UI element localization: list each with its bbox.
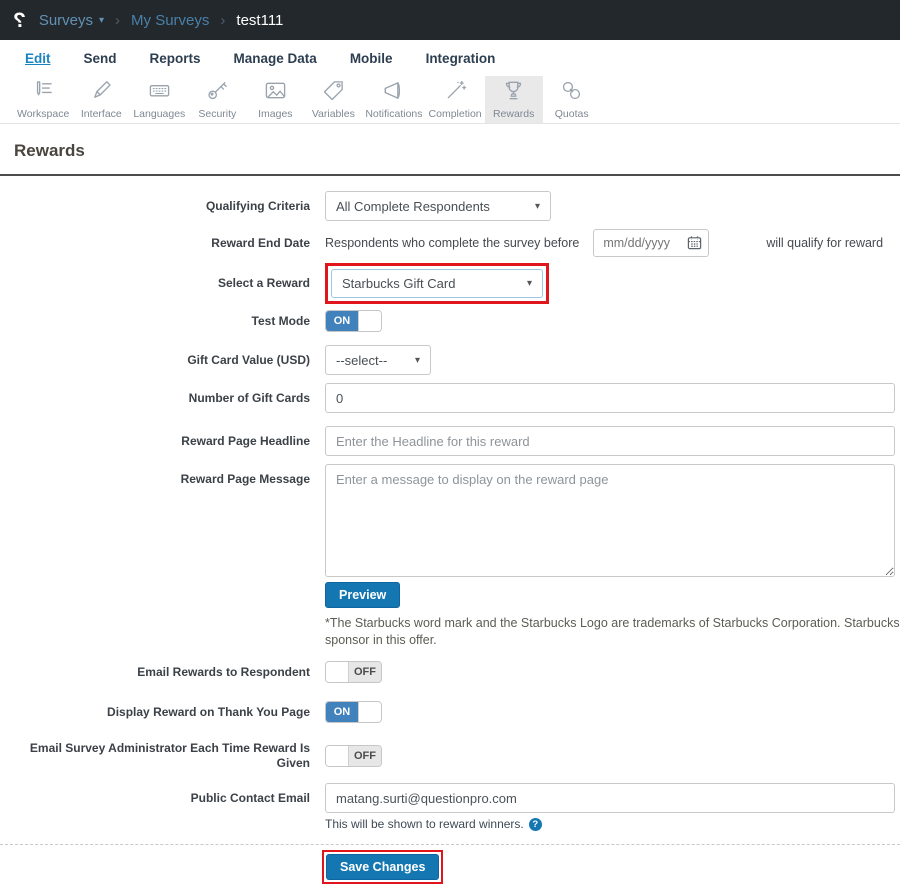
top-navbar: ? Surveys ▾ › My Surveys › test111: [0, 0, 900, 40]
gift-card-value-label: Gift Card Value (USD): [0, 353, 325, 368]
completion-icon: [444, 79, 467, 107]
qualifying-criteria-value: All Complete Respondents: [336, 199, 490, 214]
tab-send[interactable]: Send: [84, 51, 117, 66]
toggle-knob: [358, 702, 381, 722]
preview-button[interactable]: Preview: [325, 582, 400, 608]
qualifying-criteria-label: Qualifying Criteria: [0, 199, 325, 214]
helper-text: This will be shown to reward winners.: [325, 817, 524, 831]
toolbar-item-workspace[interactable]: Workspace: [14, 76, 72, 123]
workspace-icon: [32, 79, 55, 107]
toolbar-item-security[interactable]: Security: [188, 76, 246, 123]
edit-toolbar: Workspace Interface Languages Security I…: [0, 76, 900, 124]
variables-icon: [322, 79, 345, 107]
toolbar-item-variables[interactable]: Variables: [304, 76, 362, 123]
reward-page-message-label: Reward Page Message: [0, 464, 325, 487]
toolbar-item-label: Languages: [133, 108, 185, 120]
breadcrumb-separator: ›: [220, 12, 225, 29]
display-reward-label: Display Reward on Thank You Page: [0, 705, 325, 720]
images-icon: [264, 79, 287, 107]
main-tabbar: Edit Send Reports Manage Data Mobile Int…: [0, 40, 900, 76]
interface-icon: [90, 79, 113, 107]
toolbar-item-label: Interface: [81, 108, 122, 120]
gift-card-value-select[interactable]: --select-- ▾: [325, 345, 431, 375]
security-icon: [206, 79, 229, 107]
toolbar-item-label: Security: [198, 108, 236, 120]
number-of-gift-cards-input[interactable]: [325, 383, 895, 413]
toolbar-item-rewards[interactable]: Rewards: [485, 76, 543, 123]
email-rewards-label: Email Rewards to Respondent: [0, 665, 325, 680]
chevron-down-icon: ▾: [415, 355, 420, 366]
test-mode-label: Test Mode: [0, 314, 325, 329]
toolbar-item-label: Rewards: [493, 108, 534, 120]
toolbar-item-label: Images: [258, 108, 292, 120]
quotas-icon: [560, 79, 583, 107]
toolbar-item-label: Variables: [312, 108, 355, 120]
toolbar-item-quotas[interactable]: Quotas: [543, 76, 601, 123]
toggle-knob: [358, 311, 381, 331]
breadcrumb-my-surveys[interactable]: My Surveys: [131, 12, 209, 29]
toggle-knob: [326, 746, 349, 766]
toggle-on-label: ON: [326, 702, 358, 722]
toolbar-item-images[interactable]: Images: [246, 76, 304, 123]
public-contact-email-helper: This will be shown to reward winners. ?: [325, 817, 900, 831]
toolbar-item-notifications[interactable]: Notifications: [362, 76, 425, 123]
toolbar-item-completion[interactable]: Completion: [426, 76, 485, 123]
toggle-off-label: OFF: [349, 746, 381, 766]
save-changes-button[interactable]: Save Changes: [326, 854, 439, 880]
help-icon[interactable]: ?: [529, 818, 542, 831]
toolbar-item-label: Completion: [429, 108, 482, 120]
tab-mobile[interactable]: Mobile: [350, 51, 393, 66]
tab-integration[interactable]: Integration: [426, 51, 496, 66]
reward-end-date-post-text: will qualify for reward: [766, 236, 883, 250]
rewards-icon: [502, 79, 525, 107]
chevron-down-icon: ▾: [535, 201, 540, 212]
breadcrumb-separator: ›: [115, 12, 120, 29]
toolbar-item-interface[interactable]: Interface: [72, 76, 130, 123]
annotation-highlight: Save Changes: [322, 850, 443, 884]
email-rewards-toggle[interactable]: OFF: [325, 661, 382, 683]
disclaimer-line1: *The Starbucks word mark and the Starbuc…: [325, 615, 900, 632]
select-reward-select[interactable]: Starbucks Gift Card ▾: [331, 269, 543, 298]
public-contact-email-input[interactable]: [325, 783, 895, 813]
tab-reports[interactable]: Reports: [150, 51, 201, 66]
test-mode-toggle[interactable]: ON: [325, 310, 382, 332]
email-admin-toggle[interactable]: OFF: [325, 745, 382, 767]
toolbar-item-label: Workspace: [17, 108, 69, 120]
page-title: Rewards: [14, 141, 886, 161]
number-of-gift-cards-label: Number of Gift Cards: [0, 391, 325, 406]
reward-end-date-label: Reward End Date: [0, 236, 325, 251]
reward-page-headline-label: Reward Page Headline: [0, 434, 325, 449]
annotation-highlight: Starbucks Gift Card ▾: [325, 263, 549, 304]
rewards-form: Qualifying Criteria All Complete Respond…: [0, 176, 900, 884]
languages-icon: [148, 79, 171, 107]
toggle-on-label: ON: [326, 311, 358, 331]
public-contact-email-label: Public Contact Email: [0, 791, 325, 806]
toggle-off-label: OFF: [349, 662, 381, 682]
disclaimer-line2: sponsor in this offer.: [325, 632, 900, 649]
gift-card-value-value: --select--: [336, 353, 387, 368]
qualifying-criteria-select[interactable]: All Complete Respondents ▾: [325, 191, 551, 221]
toolbar-item-languages[interactable]: Languages: [130, 76, 188, 123]
breadcrumb-surveys[interactable]: Surveys: [39, 12, 93, 29]
reward-page-headline-input[interactable]: [325, 426, 895, 456]
tab-edit[interactable]: Edit: [25, 51, 51, 66]
questionpro-logo[interactable]: ?: [13, 10, 26, 31]
tab-manage-data[interactable]: Manage Data: [234, 51, 317, 66]
calendar-icon[interactable]: [687, 235, 702, 255]
notifications-icon: [382, 79, 405, 107]
reward-end-date-pre-text: Respondents who complete the survey befo…: [325, 236, 579, 250]
breadcrumb-current-survey: test111: [236, 12, 283, 29]
display-reward-toggle[interactable]: ON: [325, 701, 382, 723]
toolbar-item-label: Quotas: [555, 108, 589, 120]
reward-page-message-textarea[interactable]: [325, 464, 895, 577]
chevron-down-icon[interactable]: ▾: [99, 15, 104, 26]
toolbar-item-label: Notifications: [365, 108, 422, 120]
email-admin-label: Email Survey Administrator Each Time Rew…: [0, 741, 325, 771]
select-reward-label: Select a Reward: [0, 276, 325, 291]
starbucks-disclaimer: *The Starbucks word mark and the Starbuc…: [325, 615, 900, 649]
toggle-knob: [326, 662, 349, 682]
